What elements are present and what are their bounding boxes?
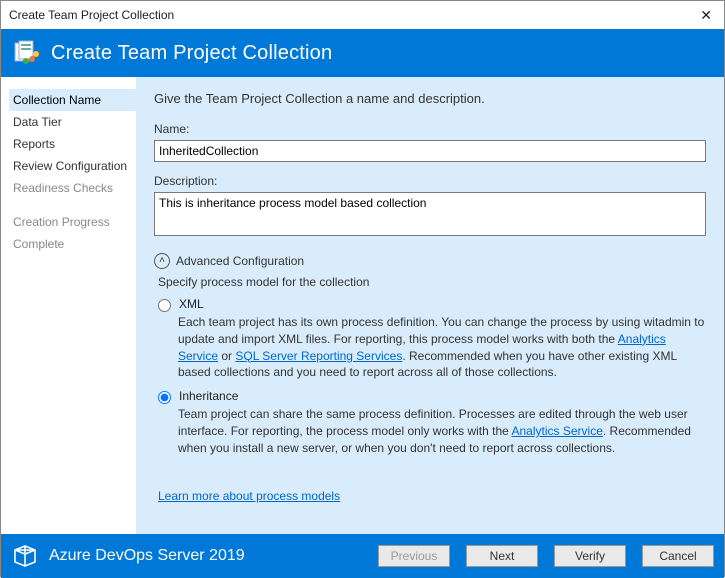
radio-xml-label: XML — [179, 297, 204, 311]
radio-inheritance-description: Team project can share the same process … — [178, 406, 706, 456]
previous-button[interactable]: Previous — [378, 545, 450, 567]
sidebar-step-readiness-checks: Readiness Checks — [9, 177, 136, 199]
sidebar-step-review-configuration[interactable]: Review Configuration — [9, 155, 136, 177]
name-input[interactable] — [154, 140, 706, 162]
radio-xml-description: Each team project has its own process de… — [178, 314, 706, 381]
sidebar-step-complete: Complete — [9, 233, 136, 255]
window-title: Create Team Project Collection — [9, 8, 174, 22]
process-model-heading: Specify process model for the collection — [158, 275, 706, 289]
radio-xml[interactable] — [158, 299, 171, 312]
radio-inheritance-label: Inheritance — [179, 389, 238, 403]
sidebar-step-reports[interactable]: Reports — [9, 133, 136, 155]
link-sql-reporting-services[interactable]: SQL Server Reporting Services — [235, 349, 402, 363]
sidebar-step-creation-progress: Creation Progress — [9, 211, 136, 233]
chevron-up-icon: ˄ — [154, 253, 170, 269]
footer-brand: Azure DevOps Server 2019 — [11, 542, 368, 570]
main-panel: Give the Team Project Collection a name … — [136, 77, 724, 534]
banner-title: Create Team Project Collection — [51, 42, 332, 65]
footer-bar: Azure DevOps Server 2019 Previous Next V… — [1, 534, 724, 578]
collection-icon — [13, 39, 41, 67]
wizard-sidebar: Collection Name Data Tier Reports Review… — [1, 77, 136, 534]
advanced-configuration-label: Advanced Configuration — [176, 254, 304, 268]
next-button[interactable]: Next — [466, 545, 538, 567]
sidebar-step-collection-name[interactable]: Collection Name — [9, 89, 136, 111]
cancel-button[interactable]: Cancel — [642, 545, 714, 567]
name-label: Name: — [154, 122, 706, 136]
azure-devops-icon — [11, 542, 39, 570]
link-analytics-service-inh[interactable]: Analytics Service — [512, 424, 603, 438]
advanced-configuration-toggle[interactable]: ˄ Advanced Configuration — [154, 253, 706, 269]
description-input[interactable]: This is inheritance process model based … — [154, 192, 706, 236]
page-heading: Give the Team Project Collection a name … — [154, 91, 706, 106]
learn-more-link[interactable]: Learn more about process models — [158, 489, 340, 503]
header-banner: Create Team Project Collection — [1, 29, 724, 77]
close-icon[interactable]: ✕ — [694, 5, 718, 26]
verify-button[interactable]: Verify — [554, 545, 626, 567]
description-label: Description: — [154, 174, 706, 188]
radio-inheritance[interactable] — [158, 391, 171, 404]
sidebar-step-data-tier[interactable]: Data Tier — [9, 111, 136, 133]
footer-brand-text: Azure DevOps Server 2019 — [49, 547, 245, 565]
title-bar: Create Team Project Collection ✕ — [1, 1, 724, 29]
